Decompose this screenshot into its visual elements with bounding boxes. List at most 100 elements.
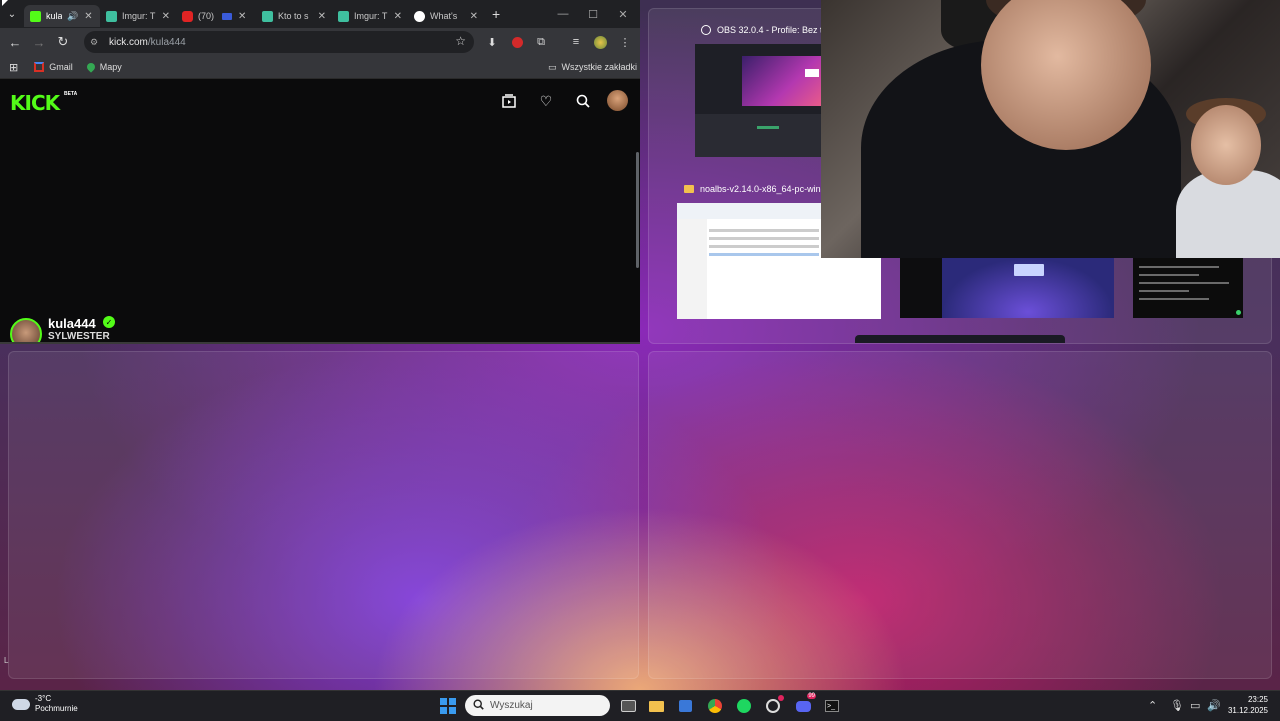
user-avatar[interactable] [607,90,628,111]
tab-title: (70) [198,11,215,21]
network-icon[interactable]: ▭ [1190,699,1200,712]
tab-imgur-1[interactable]: Imgur: T ✕ [100,5,176,27]
streamer-name[interactable]: kula444 [48,316,96,331]
streamer-avatar[interactable] [10,318,42,344]
obs-panel [695,114,821,157]
search-icon [473,698,484,713]
kick-favicon-icon [30,10,41,22]
adblock-extension-icon[interactable] [509,34,525,50]
tab-kto-to[interactable]: Kto to s ✕ [256,5,332,27]
weather-desc: Pochmurnie [35,704,78,713]
window-preview-terminal[interactable] [1133,258,1243,318]
window-preview-installer[interactable] [942,258,1114,318]
tab-title: Imgur: T [354,11,388,21]
url-host: kick.com [109,36,148,48]
google-favicon-icon [414,10,425,22]
profile-avatar-icon[interactable] [592,34,608,50]
bookmarks-bar: ⊞ Gmail Mapy ▭ Wszystkie zakładki [0,56,640,79]
chrome-icon[interactable] [705,696,725,716]
spotify-icon[interactable] [734,696,754,716]
new-tab-button[interactable]: + [492,6,500,22]
close-tab-icon[interactable]: ✕ [162,11,170,22]
mouse-cursor [2,0,8,6]
menu-icon[interactable]: ⋮ [617,34,633,50]
extensions-puzzle-icon[interactable]: ⧉ [533,34,549,50]
media-controls-icon[interactable]: ≡ [568,34,584,50]
show-hidden-icons[interactable]: ⌃ [1148,699,1157,712]
all-bookmarks[interactable]: ▭ Wszystkie zakładki [548,62,637,73]
close-tab-icon[interactable]: ✕ [394,11,402,22]
close-tab-icon[interactable]: ✕ [84,11,92,22]
tab-search-icon[interactable]: ⌄ [0,9,24,20]
bookmark-maps[interactable]: Mapy [85,61,122,73]
reload-button[interactable]: ↻ [51,34,75,50]
browse-icon[interactable] [500,92,518,110]
forward-button[interactable]: → [27,35,51,50]
site-info-icon[interactable]: ⚙ [90,37,100,48]
stream-player[interactable] [0,123,640,344]
back-button[interactable]: ← [3,35,27,50]
heart-icon[interactable]: ♡ [537,92,555,110]
tab-kick[interactable]: kula4 🔊 ✕ [24,5,100,27]
terminal-line [1139,290,1189,292]
close-window-button[interactable]: ✕ [608,0,638,28]
file-row [709,237,819,240]
window-border [0,342,640,344]
tab-youtube[interactable]: (70) ✕ [176,5,256,27]
folder-icon: ▭ [548,61,557,72]
obs-panel-accent [757,126,779,129]
store-icon[interactable] [675,696,695,716]
tab-imgur-2[interactable]: Imgur: T ✕ [332,5,408,27]
clock[interactable]: 23:25 31.12.2025 [1226,694,1268,716]
extension-icon[interactable]: ⬇ [484,34,500,50]
files-window-title[interactable]: noalbs-v2.14.0-x86_64-pc-window [684,184,837,194]
obs-window-title[interactable]: OBS 32.0.4 - Profile: Bez tytu [701,25,835,35]
weather-widget[interactable]: -3°C Pochmurnie [12,694,78,714]
speaker-icon[interactable]: 🔊 [67,11,78,22]
webcam-overlay [821,0,1280,258]
search-icon[interactable] [574,92,592,110]
snap-zone-bottom-left[interactable] [8,351,639,679]
window-preview-dark[interactable] [900,258,942,318]
minimize-button[interactable]: — [548,0,578,28]
imgur-favicon-icon [262,10,273,22]
cloud-icon [12,698,30,710]
folder-icon [684,185,694,193]
tab-title: kula4 [46,11,62,21]
files-title-text: noalbs-v2.14.0-x86_64-pc-window [700,184,838,194]
kick-logo[interactable]: KICK [10,91,60,115]
file-row [709,253,819,256]
bookmark-gmail[interactable]: Gmail [34,62,73,72]
file-explorer-icon[interactable] [646,696,666,716]
snap-zone-bottom-right[interactable] [648,351,1272,679]
terminal-line [1139,266,1219,268]
close-tab-icon[interactable]: ✕ [238,11,246,22]
obs-taskbar-icon[interactable] [763,695,784,716]
volume-icon[interactable]: 🔊 [1207,699,1221,712]
obs-window-preview[interactable] [695,44,821,157]
obs-scene-preview [742,56,821,106]
terminal-icon[interactable]: >_ [822,696,842,716]
bookmark-label: Mapy [99,62,122,72]
maximize-button[interactable]: ☐ [578,0,608,28]
all-bookmarks-label: Wszystkie zakładki [561,62,638,72]
obs-title-text: OBS 32.0.4 - Profile: Bez tytu [717,25,835,35]
terminal-line [1139,274,1199,276]
close-tab-icon[interactable]: ✕ [318,11,326,22]
tab-whats[interactable]: What's ✕ [408,5,484,27]
taskbar-search[interactable]: Wyszukaj [465,695,610,716]
tab-title: Kto to s [278,11,309,21]
start-button[interactable] [440,698,456,714]
address-bar[interactable]: ⚙ kick.com/kula444 ☆ [84,31,474,53]
discord-icon[interactable]: 99 [793,693,816,716]
browser-window[interactable]: ⌄ kula4 🔊 ✕ Imgur: T ✕ (70) ✕ Kto to s ✕… [0,0,640,344]
apps-grid-icon[interactable]: ⊞ [9,61,18,74]
weather-temp: -3°C [35,694,52,703]
microphone-icon[interactable]: 🎙 [1170,699,1184,712]
task-view-icon[interactable] [618,696,638,716]
bookmark-star-icon[interactable]: ☆ [455,34,466,48]
file-row [709,245,819,248]
cast-icon[interactable] [222,12,232,20]
page-scrollbar[interactable] [636,152,639,268]
close-tab-icon[interactable]: ✕ [470,11,478,22]
